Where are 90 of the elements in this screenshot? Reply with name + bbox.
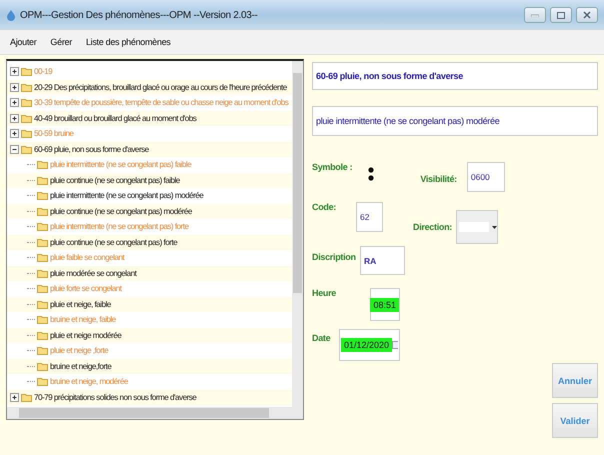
time-field[interactable]: 08:51: [370, 288, 400, 321]
tree-item[interactable]: 20-29 Des précipitations, brouillard glacé ou orage au cours de l'heure précédente: [7, 80, 292, 95]
maximize-button[interactable]: [550, 7, 572, 23]
tree-item[interactable]: pluie modérée se congelant: [7, 266, 292, 281]
tree-label: pluie continue (ne se congelant pas) forte: [50, 238, 178, 247]
tree-label: pluie et neige ,forte: [50, 346, 108, 356]
group-text: 60-69 pluie, non sous forme d'averse: [316, 71, 463, 81]
folder-icon: [37, 191, 48, 200]
folder-icon: [21, 98, 32, 108]
minimize-icon: [531, 13, 539, 17]
menu-item[interactable]: Ajouter: [10, 37, 36, 47]
code-label: Code:: [312, 202, 337, 212]
folder-icon: [37, 160, 48, 170]
collapse-icon[interactable]: [10, 144, 19, 154]
date-label: Date: [312, 333, 332, 343]
vertical-scrollbar[interactable]: [292, 61, 303, 407]
tree-label: bruine et neige,forte: [50, 362, 112, 371]
app-icon: [6, 9, 16, 21]
close-icon: [583, 11, 591, 19]
description-field[interactable]: RA: [360, 246, 405, 275]
folder-icon: [37, 330, 48, 340]
folder-icon: [37, 268, 48, 278]
tree-item[interactable]: pluie et neige, faible: [7, 296, 292, 312]
tree-item[interactable]: pluie continue (ne se congelant pas) modérée: [7, 204, 292, 219]
expand-icon[interactable]: [10, 82, 19, 92]
menu-item[interactable]: Liste des phénomènes: [86, 37, 171, 47]
tree-label: bruine et neige, faible: [50, 315, 116, 324]
folder-icon: [21, 67, 32, 76]
folder-icon: [37, 377, 48, 386]
tree-label: 50-59 bruine: [34, 129, 74, 138]
tree-item[interactable]: 70-79 précipitations solides non sous forme d'averse: [7, 390, 292, 405]
folder-icon: [21, 144, 32, 154]
tree-item[interactable]: 60-69 pluie, non sous forme d'averse: [7, 142, 292, 157]
expand-icon[interactable]: [10, 114, 19, 123]
folder-icon: [37, 362, 48, 371]
caret-icon: [492, 226, 498, 228]
visibility-field[interactable]: 0600: [466, 162, 505, 192]
expand-icon[interactable]: [10, 98, 19, 108]
horizontal-scrollbar[interactable]: [7, 407, 303, 419]
folder-icon: [37, 206, 48, 216]
tree-label: pluie forte se congelant: [50, 284, 122, 294]
direction-label: Direction:: [413, 222, 452, 232]
folder-icon: [21, 82, 32, 92]
tree-item[interactable]: pluie et neige modérée: [7, 328, 292, 343]
expand-icon[interactable]: [10, 67, 19, 76]
tree-label: pluie intermittente (ne se congelant pas) faible: [50, 160, 192, 170]
tree-label: pluie intermittente (ne se congelant pas) forte: [50, 222, 188, 232]
visibility-label: Visibilité:: [420, 174, 457, 184]
folder-icon: [37, 315, 48, 324]
folder-icon: [21, 129, 32, 138]
folder-icon: [37, 176, 48, 185]
phenomenon-text: pluie intermittente (ne se congelant pas) modérée: [316, 116, 500, 126]
description-label: Discription: [312, 252, 357, 262]
folder-icon: [37, 300, 48, 309]
code-field[interactable]: 62: [356, 202, 383, 232]
tree-label: 30-39 tempête de poussière, tempête de sable ou chasse neige au moment d'obs: [34, 98, 288, 108]
tree-label: pluie et neige, faible: [50, 300, 111, 309]
tree-item[interactable]: pluie continue (ne se congelant pas) forte: [7, 234, 292, 250]
tree-item[interactable]: pluie continue (ne se congelant pas) faible: [7, 172, 292, 188]
folder-icon: [37, 222, 48, 232]
folder-icon: [37, 346, 48, 356]
tree-item[interactable]: 40-49 brouillard ou brouillard glacé au moment d'obs: [7, 110, 292, 126]
tree-label: 20-29 Des précipitations, brouillard glacé ou orage au cours de l'heure précédente: [34, 82, 287, 92]
expand-icon[interactable]: [10, 129, 19, 138]
tree-item[interactable]: bruine et neige,forte: [7, 358, 292, 374]
folder-icon: [21, 392, 32, 402]
maximize-icon: [557, 12, 565, 18]
tree-label: 40-49 brouillard ou brouillard glacé au moment d'obs: [34, 114, 196, 123]
window-title: OPM---Gestion Des phénomènes---OPM --Version 2.03--: [20, 10, 259, 20]
folder-icon: [37, 238, 48, 247]
tree-label: pluie et neige modérée: [50, 330, 122, 340]
tree-label: 70-79 précipitations solides non sous forme d'averse: [34, 392, 196, 402]
symbol-label: Symbole :: [312, 162, 352, 172]
tree-label: 60-69 pluie, non sous forme d'averse: [34, 144, 149, 154]
tree-label: 00-19: [34, 67, 52, 76]
folder-icon: [37, 284, 48, 294]
tree-label: pluie continue (ne se congelant pas) modérée: [50, 206, 192, 216]
folder-icon: [37, 253, 48, 262]
tree-label: bruine et neige, modérée: [50, 377, 128, 386]
tree-label: pluie faible se congelant: [50, 253, 124, 262]
symbol-icon: [368, 166, 374, 182]
close-button[interactable]: [576, 7, 598, 23]
tree-label: pluie continue (ne se congelant pas) faible: [50, 176, 180, 185]
expand-icon[interactable]: [10, 392, 19, 402]
tree-label: pluie modérée se congelant: [50, 268, 136, 278]
menu-item[interactable]: Gérer: [50, 37, 72, 47]
tree-label: pluie intermittente (ne se congelant pas) modérée: [50, 191, 204, 200]
folder-icon: [21, 114, 32, 123]
time-label: Heure: [312, 288, 338, 298]
date-field[interactable]: 01/12/2020: [339, 329, 400, 361]
